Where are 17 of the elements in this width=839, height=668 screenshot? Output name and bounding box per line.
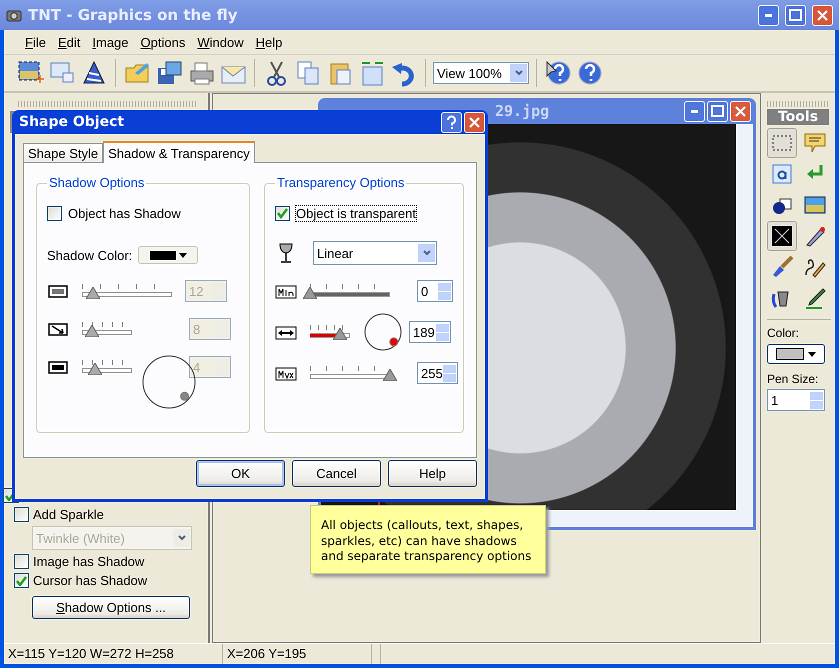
color-label: Shadow Color:: [47, 248, 132, 262]
color-label: Color:: [767, 326, 800, 340]
checkbox-label: Add Sparkle: [33, 507, 104, 522]
status-text: X=115 Y=120 W=272 H=258: [4, 644, 223, 664]
status-text: X=206 Y=195: [223, 644, 372, 664]
checkbox-label: Image has Shadow: [33, 554, 144, 569]
callout-tooltip: All objects (callouts, text, shapes, sparkles, etc) can have shadows and separate transparency options: [310, 505, 546, 574]
group-title: Transparency Options: [275, 175, 406, 190]
window-title: 29.jpg: [495, 102, 550, 120]
window-title: TNT - Graphics on the fly: [28, 6, 238, 24]
dialog-title: Shape Object: [18, 114, 126, 130]
checkbox-label: Object is transparent: [296, 206, 416, 220]
checkbox-label: Object has Shadow: [68, 206, 181, 220]
checkbox-label: Cursor has Shadow: [33, 573, 148, 588]
panel-title: Tools: [767, 109, 829, 125]
pen-size-label: Pen Size:: [767, 372, 818, 386]
group-title: Shadow Options: [47, 175, 146, 190]
